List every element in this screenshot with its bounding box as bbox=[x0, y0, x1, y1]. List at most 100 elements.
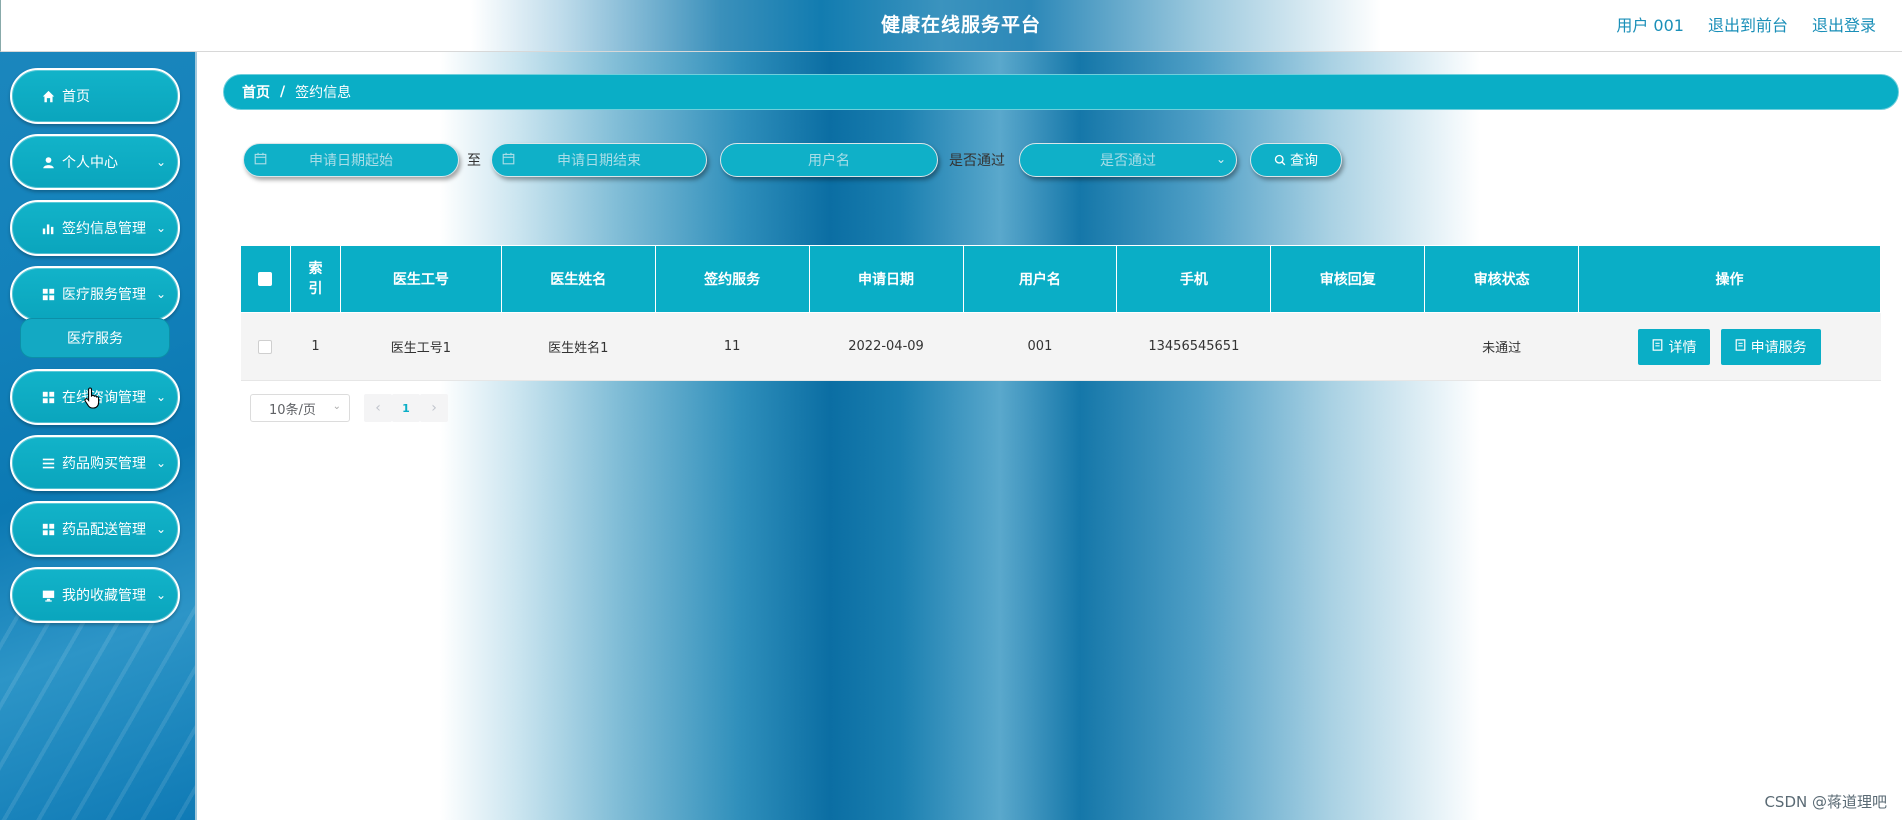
cell-review-status: 未通过 bbox=[1424, 312, 1579, 381]
top-links: 用户 001 退出到前台 退出登录 bbox=[1616, 12, 1876, 36]
chevron-down-icon: ⌄ bbox=[1215, 152, 1226, 166]
sidebar-item-label: 药品配送管理 bbox=[62, 522, 146, 538]
select-all-cell bbox=[240, 245, 291, 313]
breadcrumb: 首页 / 签约信息 bbox=[223, 74, 1899, 110]
contract-table: 索引 医生工号 医生姓名 签约服务 申请日期 用户名 手机 审核回复 审核状态 … bbox=[240, 245, 1881, 381]
hand-cursor-icon bbox=[84, 387, 102, 413]
list-icon bbox=[40, 455, 56, 471]
grid-icon bbox=[40, 521, 56, 537]
sidebar-item-label: 在线咨询管理 bbox=[62, 390, 146, 406]
date-range-to-label: 至 bbox=[467, 153, 481, 169]
chevron-down-icon: ⌄ bbox=[332, 401, 341, 412]
apply-service-button-label: 申请服务 bbox=[1750, 339, 1807, 356]
chevron-down-icon: ⌄ bbox=[155, 588, 166, 602]
column-header-apply-date: 申请日期 bbox=[808, 245, 964, 313]
sidebar-item-label: 首页 bbox=[62, 89, 90, 105]
grid-icon bbox=[40, 389, 56, 405]
sidebar: 首页 个人中心 ⌄ 签约信息管理 ⌄ 医疗服务管理 ⌄ 医疗服务 在线咨询管理 … bbox=[0, 52, 197, 820]
cell-doctor-name: 医生姓名1 bbox=[501, 312, 656, 381]
sidebar-item-label: 药品购买管理 bbox=[62, 456, 146, 472]
monitor-icon bbox=[40, 587, 56, 603]
chevron-down-icon: ⌄ bbox=[155, 155, 166, 169]
column-header-phone: 手机 bbox=[1116, 245, 1272, 313]
passed-select-placeholder: 是否通过 bbox=[1100, 153, 1156, 169]
chevron-down-icon: ⌄ bbox=[155, 522, 166, 536]
calendar-icon bbox=[254, 152, 267, 168]
chevron-right-icon: › bbox=[431, 400, 437, 416]
home-icon bbox=[40, 88, 56, 104]
chevron-left-icon: ‹ bbox=[375, 400, 381, 416]
column-header-review-status: 审核状态 bbox=[1424, 245, 1580, 313]
breadcrumb-separator: / bbox=[280, 84, 286, 100]
row-checkbox[interactable] bbox=[258, 339, 273, 354]
cell-apply-date: 2022-04-09 bbox=[809, 312, 963, 381]
end-date-input[interactable]: 申请日期结束 bbox=[491, 143, 707, 177]
sidebar-item-medical-service-management[interactable]: 医疗服务管理 ⌄ bbox=[10, 266, 180, 322]
column-header-username: 用户名 bbox=[962, 245, 1118, 313]
grid-icon bbox=[40, 286, 56, 302]
document-icon bbox=[1735, 339, 1746, 354]
column-header-actions: 操作 bbox=[1578, 245, 1881, 313]
breadcrumb-current: 签约信息 bbox=[295, 85, 352, 101]
page-size-value: 10条/页 bbox=[269, 402, 316, 418]
chevron-down-icon: ⌄ bbox=[155, 456, 166, 470]
cell-actions: 详情 申请服务 bbox=[1578, 312, 1881, 381]
search-icon bbox=[1274, 154, 1286, 166]
cell-review-reply bbox=[1270, 312, 1425, 381]
cell-doctor-no: 医生工号1 bbox=[340, 312, 502, 381]
apply-service-button[interactable]: 申请服务 bbox=[1720, 328, 1821, 365]
passed-filter-label: 是否通过 bbox=[949, 153, 1005, 169]
column-header-review-reply: 审核回复 bbox=[1270, 245, 1426, 313]
query-button[interactable]: 查询 bbox=[1250, 143, 1342, 177]
sidebar-item-personal-center[interactable]: 个人中心 ⌄ bbox=[10, 134, 180, 190]
breadcrumb-home[interactable]: 首页 bbox=[242, 82, 270, 102]
cell-phone: 13456545651 bbox=[1116, 312, 1271, 381]
chevron-down-icon: ⌄ bbox=[155, 287, 166, 301]
sidebar-item-label: 签约信息管理 bbox=[62, 221, 146, 237]
start-date-placeholder: 申请日期起始 bbox=[309, 153, 393, 169]
next-page-button[interactable]: › bbox=[420, 394, 448, 422]
sidebar-item-favorites-management[interactable]: 我的收藏管理 ⌄ bbox=[10, 567, 180, 623]
cell-index: 1 bbox=[290, 312, 341, 381]
user-icon bbox=[40, 154, 56, 170]
detail-button-label: 详情 bbox=[1668, 339, 1697, 356]
bar-chart-icon bbox=[40, 220, 56, 236]
sidebar-item-home[interactable]: 首页 bbox=[10, 68, 180, 124]
detail-button[interactable]: 详情 bbox=[1638, 328, 1711, 365]
column-header-service: 签约服务 bbox=[654, 245, 810, 313]
column-header-doctor-no: 医生工号 bbox=[339, 245, 502, 313]
table-row: 1 医生工号1 医生姓名1 11 2022-04-09 001 13456545… bbox=[240, 312, 1881, 381]
submenu-item-medical-service[interactable]: 医疗服务 bbox=[20, 318, 170, 358]
sidebar-item-medicine-delivery-management[interactable]: 药品配送管理 ⌄ bbox=[10, 501, 180, 557]
cell-username: 001 bbox=[963, 312, 1117, 381]
sidebar-item-medicine-purchase-management[interactable]: 药品购买管理 ⌄ bbox=[10, 435, 180, 491]
row-select-cell bbox=[240, 312, 291, 381]
chevron-down-icon: ⌄ bbox=[155, 221, 166, 235]
column-header-doctor-name: 医生姓名 bbox=[500, 245, 656, 313]
calendar-icon bbox=[502, 152, 515, 168]
passed-select[interactable]: 是否通过 ⌄ bbox=[1019, 143, 1237, 177]
page-size-select[interactable]: 10条/页 ⌄ bbox=[250, 394, 350, 422]
start-date-input[interactable]: 申请日期起始 bbox=[243, 143, 459, 177]
sidebar-item-contract-management[interactable]: 签约信息管理 ⌄ bbox=[10, 200, 180, 256]
chevron-down-icon: ⌄ bbox=[155, 390, 166, 404]
back-to-front-link[interactable]: 退出到前台 bbox=[1708, 12, 1788, 36]
select-all-checkbox[interactable] bbox=[258, 272, 273, 286]
end-date-placeholder: 申请日期结束 bbox=[557, 153, 641, 169]
query-button-label: 查询 bbox=[1290, 153, 1318, 169]
cell-service: 11 bbox=[655, 312, 810, 381]
username-input[interactable]: 用户名 bbox=[720, 143, 938, 177]
table-header-row: 索引 医生工号 医生姓名 签约服务 申请日期 用户名 手机 审核回复 审核状态 … bbox=[240, 245, 1881, 313]
document-icon bbox=[1652, 339, 1663, 354]
page-number-current[interactable]: 1 bbox=[392, 394, 420, 422]
current-user-label: 用户 001 bbox=[1616, 16, 1684, 35]
column-header-index: 索引 bbox=[289, 245, 341, 313]
sidebar-item-label: 个人中心 bbox=[62, 155, 118, 171]
watermark: CSDN @蒋道理吧 bbox=[1764, 793, 1887, 811]
username-placeholder: 用户名 bbox=[808, 153, 850, 169]
sidebar-item-label: 医疗服务管理 bbox=[62, 287, 146, 303]
logout-link[interactable]: 退出登录 bbox=[1812, 12, 1876, 36]
prev-page-button[interactable]: ‹ bbox=[364, 394, 392, 422]
sidebar-item-label: 我的收藏管理 bbox=[62, 588, 146, 604]
top-bar: 健康在线服务平台 用户 001 退出到前台 退出登录 bbox=[0, 0, 1902, 52]
